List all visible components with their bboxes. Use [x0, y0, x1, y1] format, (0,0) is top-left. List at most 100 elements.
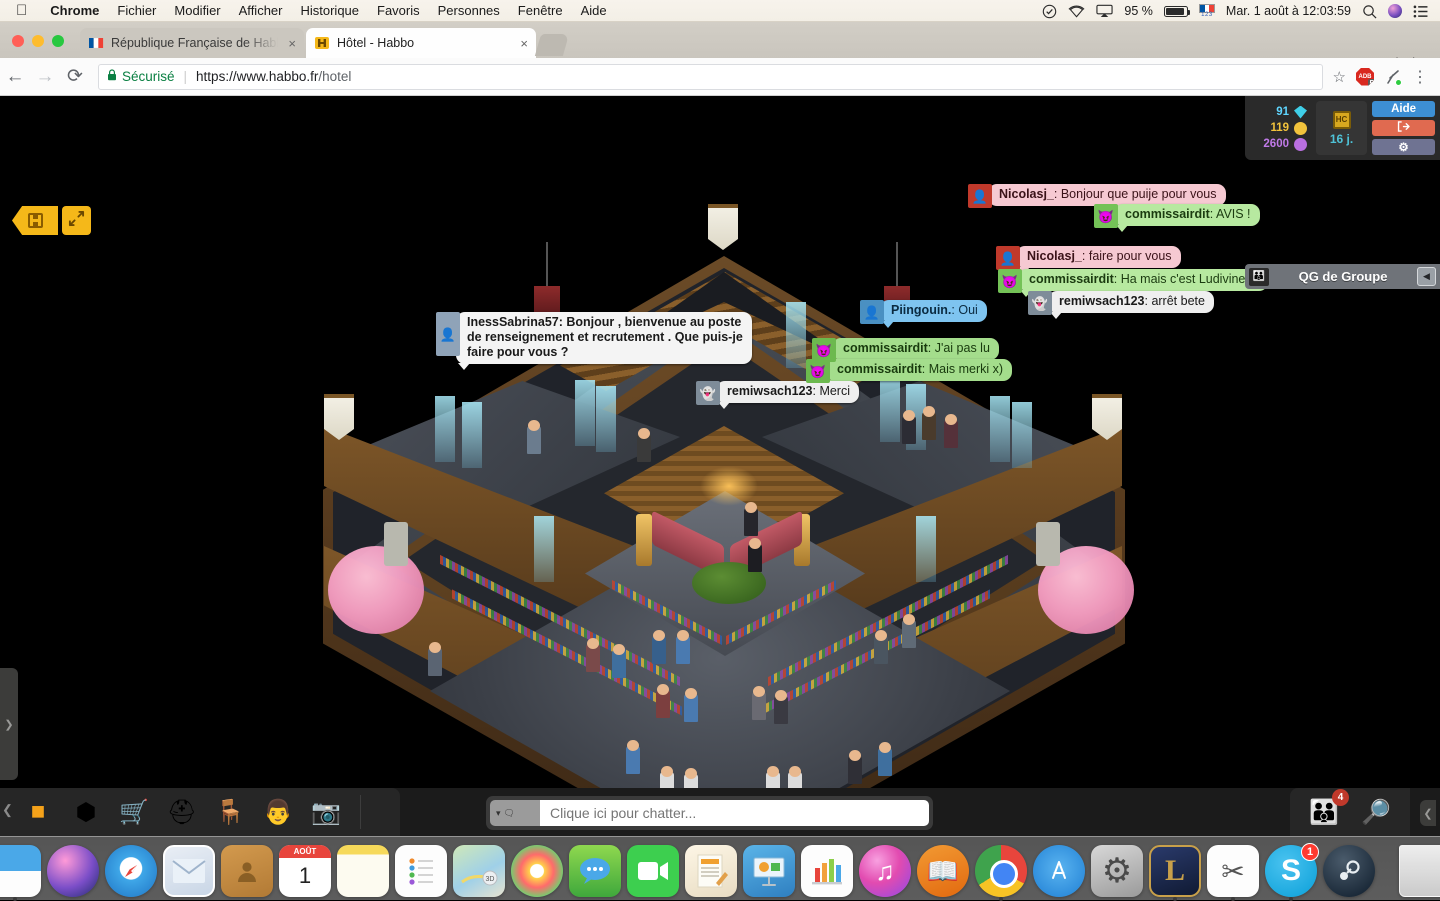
avatar-npc[interactable] [586, 644, 600, 672]
logout-button[interactable] [1372, 120, 1435, 136]
close-window-button[interactable] [12, 35, 24, 47]
avatar-npc[interactable] [774, 696, 788, 724]
apple-menu-icon[interactable]:  [0, 3, 41, 18]
menu-bar-clock[interactable]: Mar. 1 août à 12:03:59 [1226, 4, 1351, 18]
chat-bar[interactable]: ▾ 🗨 [486, 796, 933, 830]
dock-item-grab[interactable]: ✂ [1207, 845, 1259, 897]
dock-item-mail[interactable] [163, 845, 215, 897]
avatar-npc[interactable] [626, 746, 640, 774]
dock-item-maps[interactable]: 3D [453, 845, 505, 897]
minimize-window-button[interactable] [32, 35, 44, 47]
maximize-window-button[interactable] [52, 35, 64, 47]
avatar-npc[interactable] [848, 756, 862, 784]
menu-item-modifier[interactable]: Modifier [165, 3, 229, 18]
close-tab-button[interactable]: × [510, 36, 528, 51]
chat-bubble-remiwsach-1[interactable]: 👻 remiwsach123: arrêt bete [1028, 291, 1214, 315]
airplay-icon[interactable] [1096, 4, 1113, 18]
friends-icon[interactable]: 👪 4 [1304, 792, 1344, 832]
close-tab-button[interactable]: × [278, 36, 296, 51]
dock-item-facetime[interactable] [627, 845, 679, 897]
chat-bubble-piingouin[interactable]: 👤 Piingouin.: Oui [860, 300, 987, 324]
chat-bubble-nicolasj-2[interactable]: 👤 Nicolasj_: faire pour vous [996, 246, 1181, 270]
input-source-flag-icon[interactable]: 123 [1199, 4, 1215, 18]
chat-style-button[interactable]: ▾ 🗨 [490, 800, 540, 826]
menu-item-favoris[interactable]: Favoris [368, 3, 429, 18]
avatar-npc[interactable] [748, 544, 762, 572]
chevron-left-icon[interactable]: ❮ [2, 802, 13, 818]
dock-item-steam[interactable] [1323, 845, 1375, 897]
avatar-npc[interactable] [902, 620, 916, 648]
dock-item-league-of-legends[interactable]: L [1149, 845, 1201, 897]
new-tab-button[interactable] [535, 34, 569, 56]
dock-item-itunes[interactable]: ♫ [859, 845, 911, 897]
chat-bubble-inesssabrina57[interactable]: 👤 InessSabrina57: Bonjour , bienvenue au… [436, 312, 758, 364]
kebab-menu-icon[interactable]: ⋮ [1412, 67, 1428, 87]
dock-item-safari[interactable] [105, 845, 157, 897]
credits-purse[interactable]: 119 [1250, 122, 1307, 135]
dock-item-trash[interactable] [1399, 845, 1440, 897]
catalogue-icon[interactable]: 🛒 [114, 792, 154, 832]
avatar-npc[interactable] [944, 420, 958, 448]
menu-item-fichier[interactable]: Fichier [108, 3, 165, 18]
extension-icon[interactable] [1384, 68, 1402, 86]
inventory-icon[interactable]: 🪑 [210, 792, 250, 832]
chat-bubble-commissairdit-2[interactable]: 😈 commissairdit: Ha mais c'est Ludivine … [998, 269, 1268, 293]
chat-bubble-commissairdit-4[interactable]: 😈 commissairdit: Mais merki x) [806, 359, 1012, 383]
back-button[interactable]: ← [0, 66, 30, 88]
group-hq-bar[interactable]: 👪 QG de Groupe ◀ [1245, 264, 1440, 289]
dock-item-app-store[interactable] [1033, 845, 1085, 897]
menu-item-fenetre[interactable]: Fenêtre [509, 3, 572, 18]
siri-icon[interactable] [1388, 4, 1402, 18]
star-icon[interactable]: ☆ [1333, 68, 1346, 86]
help-bot-icon[interactable]: 🔎 [1356, 792, 1396, 832]
avatar-npc[interactable] [902, 416, 916, 444]
avatar-npc[interactable] [676, 636, 690, 664]
dock-item-skype[interactable]: S 1 [1265, 845, 1317, 897]
habbo-logo-icon[interactable]: ■ [18, 792, 58, 832]
camera-icon[interactable]: 📷 [306, 792, 346, 832]
duckets-purse[interactable]: 2600 [1250, 138, 1307, 151]
dock-item-chrome[interactable] [975, 845, 1027, 897]
address-bar[interactable]: Sécurisé | https://www.habbo.fr /hotel [98, 64, 1323, 90]
avatar-npc[interactable] [527, 426, 541, 454]
help-button[interactable]: Aide [1372, 101, 1435, 117]
navigator-icon[interactable]: ⬢ [66, 792, 106, 832]
notification-center-icon[interactable] [1413, 5, 1428, 18]
left-panel-expand-handle[interactable]: ❯ [0, 668, 18, 780]
diamonds-purse[interactable]: 91 [1250, 106, 1307, 119]
dock-item-photos[interactable] [511, 845, 563, 897]
reload-button[interactable]: ⟳ [60, 65, 90, 88]
fullscreen-button[interactable] [62, 206, 91, 235]
avatar-npc[interactable] [744, 508, 758, 536]
avatar-npc[interactable] [637, 434, 651, 462]
adblock-extension-icon[interactable]: ADB 5 [1356, 68, 1374, 86]
browser-tab-hotel-habbo[interactable]: Hôtel - Habbo × [306, 28, 536, 58]
avatar-npc[interactable] [656, 690, 670, 718]
settings-button[interactable]: ⚙ [1372, 139, 1435, 155]
habbo-club-box[interactable]: HC 16 j. [1316, 101, 1367, 155]
dock-item-reminders[interactable] [395, 845, 447, 897]
menu-item-chrome[interactable]: Chrome [41, 3, 108, 18]
spotlight-search-icon[interactable] [1362, 4, 1377, 19]
avatar-npc[interactable] [652, 636, 666, 664]
menu-item-historique[interactable]: Historique [291, 3, 368, 18]
dock-item-ibooks[interactable]: 📖 [917, 845, 969, 897]
dock-item-calendar[interactable]: AOÛT 1 [279, 845, 331, 897]
chevron-left-icon[interactable]: ◀ [1417, 267, 1436, 286]
avatar-npc[interactable] [874, 636, 888, 664]
dock-item-contacts[interactable] [221, 845, 273, 897]
battery-icon[interactable] [1164, 6, 1188, 17]
menu-item-afficher[interactable]: Afficher [230, 3, 292, 18]
chevron-right-icon[interactable]: ❮ [1420, 800, 1436, 826]
dock-item-finder[interactable] [0, 845, 41, 897]
chat-input[interactable] [540, 800, 929, 826]
avatar-editor-icon[interactable]: 👨 [258, 792, 298, 832]
avatar-npc[interactable] [752, 692, 766, 720]
dock-item-siri[interactable] [47, 845, 99, 897]
menu-item-aide[interactable]: Aide [572, 3, 616, 18]
dock-item-system-prefs[interactable]: ⚙ [1091, 845, 1143, 897]
wifi-icon[interactable] [1068, 5, 1085, 18]
avatar-npc[interactable] [428, 648, 442, 676]
avatar-npc[interactable] [684, 694, 698, 722]
dock-item-messages[interactable] [569, 845, 621, 897]
